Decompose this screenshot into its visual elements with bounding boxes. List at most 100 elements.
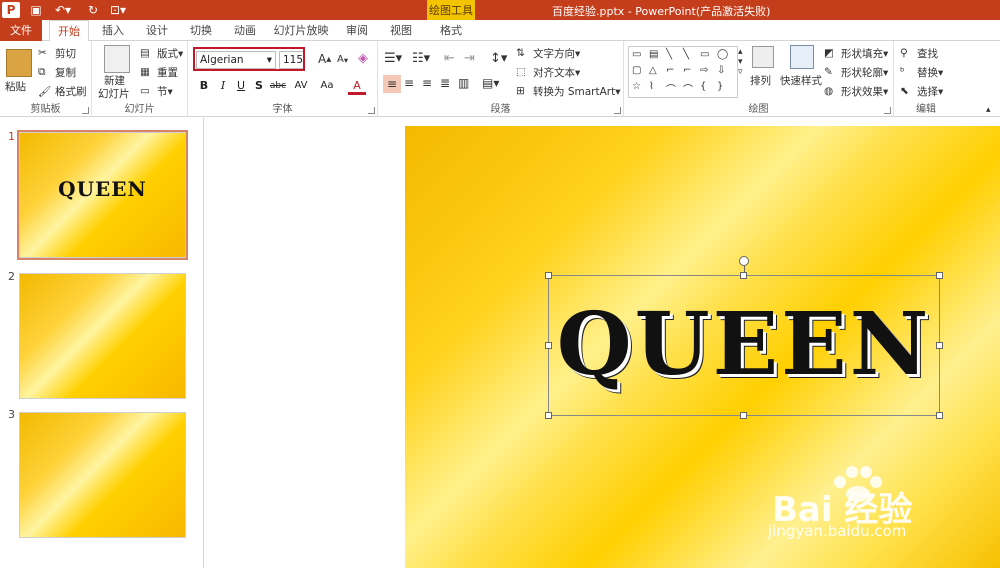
reset-button[interactable]: ▦ 重置 xyxy=(140,65,178,80)
slide-thumbnail-2[interactable] xyxy=(19,273,186,399)
cut-button[interactable]: ✂ 剪切 xyxy=(38,46,76,61)
copy-button[interactable]: ⧉ 复制 xyxy=(38,65,76,80)
bullets-icon[interactable]: ☰▾ xyxy=(384,51,402,66)
slide-title-text[interactable]: QUEEN xyxy=(548,290,940,400)
save-icon[interactable]: ▣ xyxy=(27,1,45,19)
down-arrow-shape-icon[interactable]: ⇩ xyxy=(717,65,725,76)
layout-button[interactable]: ▤ 版式 ▾ xyxy=(140,46,183,61)
strikethrough-button[interactable]: abc xyxy=(268,77,288,95)
vertical-textbox-shape-icon[interactable]: ▤ xyxy=(649,49,658,60)
present-from-start-icon[interactable]: ⊡▾ xyxy=(106,1,130,19)
shape-effects-button[interactable]: ◍ 形状效果 ▾ xyxy=(824,84,888,99)
resize-handle-top[interactable] xyxy=(740,272,747,279)
tab-format[interactable]: 格式 xyxy=(432,20,470,41)
shrink-font-button[interactable]: A ▾ xyxy=(337,54,348,65)
select-button[interactable]: ⬉ 选择 ▾ xyxy=(900,84,943,99)
tab-file[interactable]: 文件 xyxy=(0,20,42,41)
tab-home[interactable]: 开始 xyxy=(49,20,89,42)
undo-icon[interactable]: ↶▾ xyxy=(52,1,74,19)
section-button[interactable]: ▭ 节 ▾ xyxy=(140,84,173,99)
decrease-indent-icon[interactable]: ⇤ xyxy=(444,51,455,66)
tab-animations[interactable]: 动画 xyxy=(228,20,262,41)
elbow-connector-shape-icon[interactable]: ⌐ xyxy=(666,65,674,76)
italic-button[interactable]: I xyxy=(215,77,231,95)
resize-handle-left[interactable] xyxy=(545,342,552,349)
shape-outline-button[interactable]: ✎ 形状轮廓 ▾ xyxy=(824,65,888,80)
arrange-button[interactable]: 排列 xyxy=(750,73,771,88)
convert-smartart-button[interactable]: ⊞ 转换为 SmartArt ▾ xyxy=(516,84,621,99)
quick-styles-icon[interactable] xyxy=(790,45,814,69)
right-brace-shape-icon[interactable]: } xyxy=(717,81,723,92)
align-text-icon: ⬚ xyxy=(516,65,526,78)
align-center-icon[interactable]: ≡ xyxy=(404,76,414,90)
arc-shape-icon[interactable]: ⌒ xyxy=(683,81,693,96)
tab-design[interactable]: 设计 xyxy=(140,20,174,41)
paste-icon[interactable] xyxy=(6,49,32,77)
resize-handle-top-left[interactable] xyxy=(545,272,552,279)
rotate-handle[interactable] xyxy=(739,256,749,266)
paste-button[interactable]: 粘贴 xyxy=(5,79,26,94)
slide-thumbnail-3[interactable] xyxy=(19,412,186,538)
align-text-button[interactable]: ⬚ 对齐文本 ▾ xyxy=(516,65,580,80)
rectangle-shape-icon[interactable]: ▭ xyxy=(700,49,709,60)
resize-handle-bottom-right[interactable] xyxy=(936,412,943,419)
character-spacing-button[interactable]: AV xyxy=(290,77,312,95)
replace-button[interactable]: ᵇ 替换 ▾ xyxy=(900,65,943,80)
align-right-icon[interactable]: ≡ xyxy=(422,76,432,90)
freeform-shape-icon[interactable]: ⌇ xyxy=(649,81,654,92)
editing-group-label: 编辑 xyxy=(916,104,936,115)
justify-icon[interactable]: ≣ xyxy=(440,76,450,90)
star-shape-icon[interactable]: ☆ xyxy=(632,81,641,92)
tab-insert[interactable]: 插入 xyxy=(96,20,130,41)
resize-handle-bottom[interactable] xyxy=(740,412,747,419)
font-color-button[interactable]: A xyxy=(348,77,366,95)
new-slide-button-line2[interactable]: 幻灯片 xyxy=(98,86,130,101)
text-direction-button[interactable]: ⇅ 文字方向 ▾ xyxy=(516,46,580,61)
paragraph-launcher-icon[interactable] xyxy=(614,107,621,114)
reset-icon: ▦ xyxy=(140,65,150,78)
numbering-icon[interactable]: ☷▾ xyxy=(412,51,430,66)
rounded-rect-shape-icon[interactable]: ▢ xyxy=(632,65,641,76)
resize-handle-bottom-left[interactable] xyxy=(545,412,552,419)
quick-styles-button[interactable]: 快速样式 xyxy=(780,73,822,88)
line-spacing-icon[interactable]: ↕▾ xyxy=(490,51,507,66)
font-launcher-icon[interactable] xyxy=(368,107,375,114)
shapes-gallery[interactable]: ▭ ▤ ╲ ╲ ▭ ◯ ▢ △ ⌐ ⌐ ⇨ ⇩ ☆ ⌇ ⌒ ⌒ { } xyxy=(628,46,738,98)
resize-handle-top-right[interactable] xyxy=(936,272,943,279)
gallery-scroll-icon[interactable]: ▴ ▾ ▿ xyxy=(738,47,743,77)
shape-fill-button[interactable]: ◩ 形状填充 ▾ xyxy=(824,46,888,61)
textbox-shape-icon[interactable]: ▭ xyxy=(632,49,641,60)
tab-view[interactable]: 视图 xyxy=(384,20,418,41)
arrange-icon[interactable] xyxy=(752,46,774,68)
redo-icon[interactable]: ↻ xyxy=(84,1,102,19)
new-slide-icon[interactable] xyxy=(104,45,130,73)
triangle-shape-icon[interactable]: △ xyxy=(649,65,657,76)
format-painter-button[interactable]: 🖌 格式刷 xyxy=(38,84,87,99)
oval-shape-icon[interactable]: ◯ xyxy=(717,49,728,60)
underline-button[interactable]: U xyxy=(233,77,249,95)
curve-shape-icon[interactable]: ⌒ xyxy=(666,81,676,96)
tab-review[interactable]: 审阅 xyxy=(340,20,374,41)
change-case-button[interactable]: Aa xyxy=(316,77,338,95)
grow-font-button[interactable]: A ▴ xyxy=(318,52,331,66)
tab-transitions[interactable]: 切换 xyxy=(184,20,218,41)
find-button[interactable]: ⚲ 查找 xyxy=(900,46,938,61)
elbow-arrow-shape-icon[interactable]: ⌐ xyxy=(683,65,691,76)
increase-indent-icon[interactable]: ⇥ xyxy=(464,51,475,66)
columns-icon[interactable]: ▤▾ xyxy=(482,76,499,90)
clear-formatting-icon[interactable]: ◈ xyxy=(358,51,368,66)
slide-thumbnail-1[interactable]: QUEEN xyxy=(17,130,188,260)
right-arrow-shape-icon[interactable]: ⇨ xyxy=(700,65,708,76)
tab-slideshow[interactable]: 幻灯片放映 xyxy=(272,20,330,41)
drawing-launcher-icon[interactable] xyxy=(884,107,891,114)
align-left-icon[interactable]: ≡ xyxy=(383,75,401,93)
distribute-icon[interactable]: ▥ xyxy=(458,76,469,90)
line-shape-icon[interactable]: ╲ xyxy=(666,49,672,60)
resize-handle-right[interactable] xyxy=(936,342,943,349)
left-brace-shape-icon[interactable]: { xyxy=(700,81,706,92)
shadow-button[interactable]: S xyxy=(251,77,267,95)
clipboard-launcher-icon[interactable] xyxy=(82,107,89,114)
bold-button[interactable]: B xyxy=(196,77,212,95)
arrow-line-shape-icon[interactable]: ╲ xyxy=(683,49,689,60)
collapse-ribbon-icon[interactable]: ▴ xyxy=(986,105,991,115)
